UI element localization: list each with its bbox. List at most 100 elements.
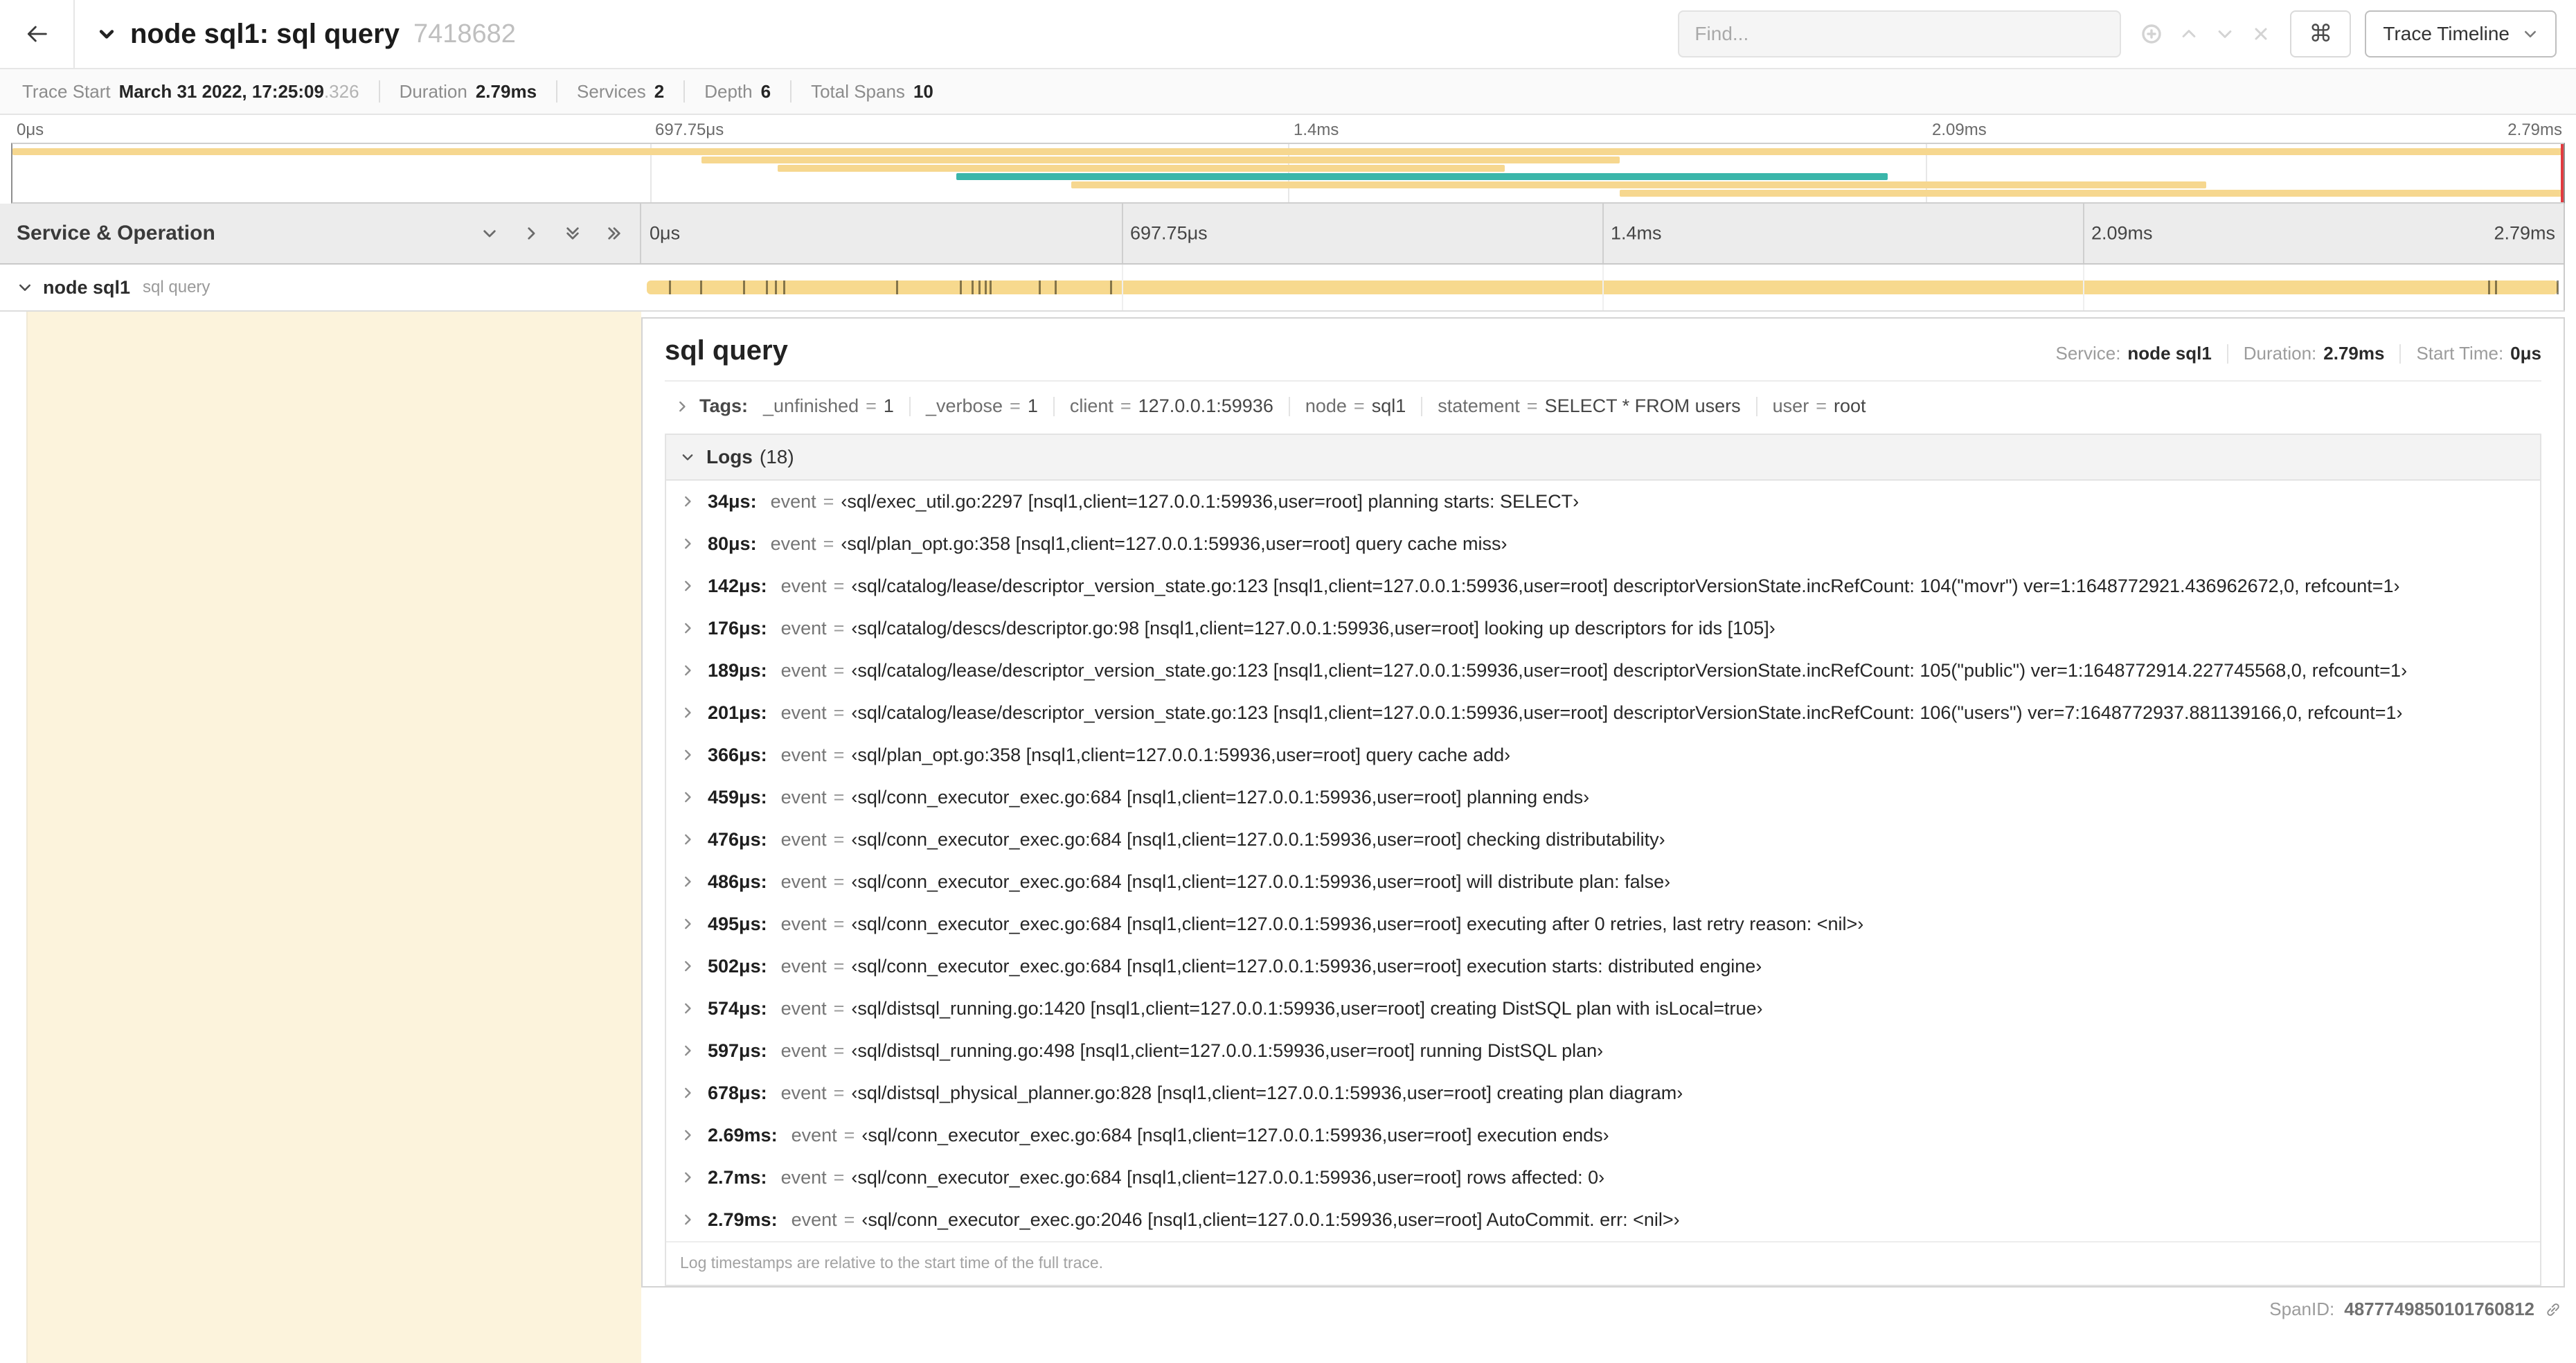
summary-value: March 31 2022, 17:25:09 <box>118 80 324 102</box>
keyboard-shortcuts-button[interactable]: ⌘ <box>2290 10 2352 57</box>
logs-title: Logs <box>706 446 753 467</box>
log-value: ‹sql/distsql_physical_planner.go:828 [ns… <box>851 1083 1683 1103</box>
log-row[interactable]: 476μs: event = ‹sql/conn_executor_exec.go:6… <box>666 819 2540 861</box>
collapse-children-icon[interactable] <box>17 279 33 296</box>
back-arrow-icon <box>23 20 51 48</box>
logs-header[interactable]: Logs (18) <box>666 435 2540 481</box>
log-row[interactable]: 459μs: event = ‹sql/conn_executor_exec.go:6… <box>666 776 2540 819</box>
timeline-ruler: 0μs 697.75μs 1.4ms 2.09ms 2.79ms <box>641 204 2565 263</box>
chevron-right-icon <box>680 494 695 509</box>
log-row[interactable]: 2.69ms: event = ‹sql/conn_executor_exec.go:… <box>666 1114 2540 1157</box>
log-marker <box>960 280 963 294</box>
minimap-canvas[interactable] <box>11 143 2565 204</box>
tag-value: 127.0.0.1:59936 <box>1138 395 1273 416</box>
log-row[interactable]: 201μs: event = ‹sql/catalog/lease/descripto… <box>666 692 2540 734</box>
minimap-span-bar <box>1619 190 2564 197</box>
tree-indent-gutter <box>0 312 28 1363</box>
tag-item: _verbose = 1 <box>926 395 1038 417</box>
log-row[interactable]: 80μs: event = ‹sql/plan_opt.go:358 [nsql1,c… <box>666 523 2540 565</box>
minimap-span-bar <box>701 157 1620 163</box>
service-operation-label: Service & Operation <box>17 222 215 244</box>
log-equals: = <box>833 576 845 596</box>
log-row[interactable]: 2.79ms: event = ‹sql/conn_executor_exec.go:… <box>666 1199 2540 1241</box>
tag-equals: = <box>866 395 877 416</box>
log-equals: = <box>833 1167 845 1188</box>
log-value: ‹sql/catalog/lease/descriptor_version_st… <box>851 702 2403 723</box>
log-row[interactable]: 678μs: event = ‹sql/distsql_physical_planne… <box>666 1072 2540 1114</box>
log-row[interactable]: 34μs: event = ‹sql/exec_util.go:2297 [nsql1… <box>666 481 2540 523</box>
view-selector-button[interactable]: Trace Timeline <box>2365 10 2557 57</box>
chevron-right-icon <box>674 399 690 414</box>
summary-item: Total Spans 10 <box>811 81 933 103</box>
expand-one-icon[interactable] <box>522 224 540 242</box>
collapse-trace-icon[interactable] <box>97 24 116 44</box>
log-equals: = <box>843 1125 855 1146</box>
next-result-icon[interactable] <box>2215 24 2235 44</box>
log-equals: = <box>833 1083 845 1103</box>
log-timestamp: 502μs: <box>708 956 767 977</box>
log-marker <box>766 280 769 294</box>
chevron-right-icon <box>680 916 695 932</box>
log-value: ‹sql/catalog/lease/descriptor_version_st… <box>851 660 2408 681</box>
zoom-in-icon[interactable] <box>2140 23 2163 45</box>
link-icon[interactable] <box>2544 1301 2562 1319</box>
log-equals: = <box>833 871 845 892</box>
log-value: ‹sql/conn_executor_exec.go:684 [nsql1,cl… <box>851 1167 1605 1188</box>
tags-row[interactable]: Tags: _unfinished = 1 _verbose = 1 client = 127.… <box>665 382 2541 431</box>
log-marker <box>1054 280 1057 294</box>
log-marker <box>2494 280 2497 294</box>
log-marker <box>972 280 974 294</box>
tick-label: 0μs <box>650 222 681 244</box>
log-timestamp: 597μs: <box>708 1040 767 1061</box>
log-row[interactable]: 574μs: event = ‹sql/distsql_running.go:1420… <box>666 988 2540 1030</box>
summary-separator <box>378 80 380 103</box>
span-row[interactable]: node sql1 sql query <box>0 265 2565 312</box>
summary-label: Depth <box>704 80 753 102</box>
grid-line <box>1602 204 1604 263</box>
log-field-name: event <box>791 1209 837 1230</box>
summary-item: Trace Start March 31 2022, 17:25:09.326 <box>22 81 359 103</box>
log-timestamp: 142μs: <box>708 576 767 596</box>
collapse-all-icon[interactable] <box>564 224 582 242</box>
log-row[interactable]: 142μs: event = ‹sql/catalog/lease/descripto… <box>666 565 2540 607</box>
clear-search-icon[interactable] <box>2251 24 2271 44</box>
log-row[interactable]: 495μs: event = ‹sql/conn_executor_exec.go:6… <box>666 903 2540 945</box>
log-field-name: event <box>780 956 827 977</box>
prev-result-icon[interactable] <box>2179 24 2199 44</box>
expand-all-icon[interactable] <box>605 224 623 242</box>
log-row[interactable]: 2.7ms: event = ‹sql/conn_executor_exec.go:6… <box>666 1157 2540 1199</box>
log-equals: = <box>823 491 834 512</box>
chevron-right-icon <box>680 1085 695 1101</box>
span-row-name-cell[interactable]: node sql1 sql query <box>0 265 641 310</box>
log-value: ‹sql/catalog/lease/descriptor_version_st… <box>851 576 2400 596</box>
meta-separator <box>2399 344 2401 364</box>
tree-controls <box>481 224 623 242</box>
log-row[interactable]: 176μs: event = ‹sql/catalog/descs/descripto… <box>666 607 2540 650</box>
chevron-right-icon <box>680 621 695 636</box>
span-detail-header: sql query Service: node sql1 Duration: 2.79… <box>665 335 2541 382</box>
log-row[interactable]: 597μs: event = ‹sql/distsql_running.go:498 … <box>666 1030 2540 1072</box>
log-row[interactable]: 502μs: event = ‹sql/conn_executor_exec.go:6… <box>666 945 2540 988</box>
span-row-track[interactable] <box>641 265 2565 310</box>
chevron-right-icon <box>680 874 695 889</box>
log-row[interactable]: 486μs: event = ‹sql/conn_executor_exec.go:6… <box>666 861 2540 903</box>
log-field-name: event <box>780 829 827 850</box>
minimap-span-bar <box>1071 181 2207 188</box>
chevron-right-icon <box>680 1001 695 1016</box>
chevron-right-icon <box>680 1170 695 1185</box>
tag-key: user <box>1772 395 1809 416</box>
log-marker <box>896 280 899 294</box>
log-row[interactable]: 189μs: event = ‹sql/catalog/lease/descripto… <box>666 650 2540 692</box>
log-timestamp: 459μs: <box>708 787 767 808</box>
summary-value: 10 <box>913 80 933 102</box>
log-field-name: event <box>780 1167 827 1188</box>
find-input[interactable] <box>1678 10 2122 57</box>
log-value: ‹sql/conn_executor_exec.go:684 [nsql1,cl… <box>851 871 1671 892</box>
log-row[interactable]: 366μs: event = ‹sql/plan_opt.go:358 [nsql1,… <box>666 734 2540 776</box>
minimap-scrubber[interactable] <box>2561 144 2564 202</box>
span-operation-name: sql query <box>143 278 211 296</box>
back-button[interactable] <box>0 0 75 68</box>
tag-value: sql1 <box>1371 395 1406 416</box>
collapse-one-icon[interactable] <box>481 224 499 242</box>
log-marker <box>1109 280 1112 294</box>
